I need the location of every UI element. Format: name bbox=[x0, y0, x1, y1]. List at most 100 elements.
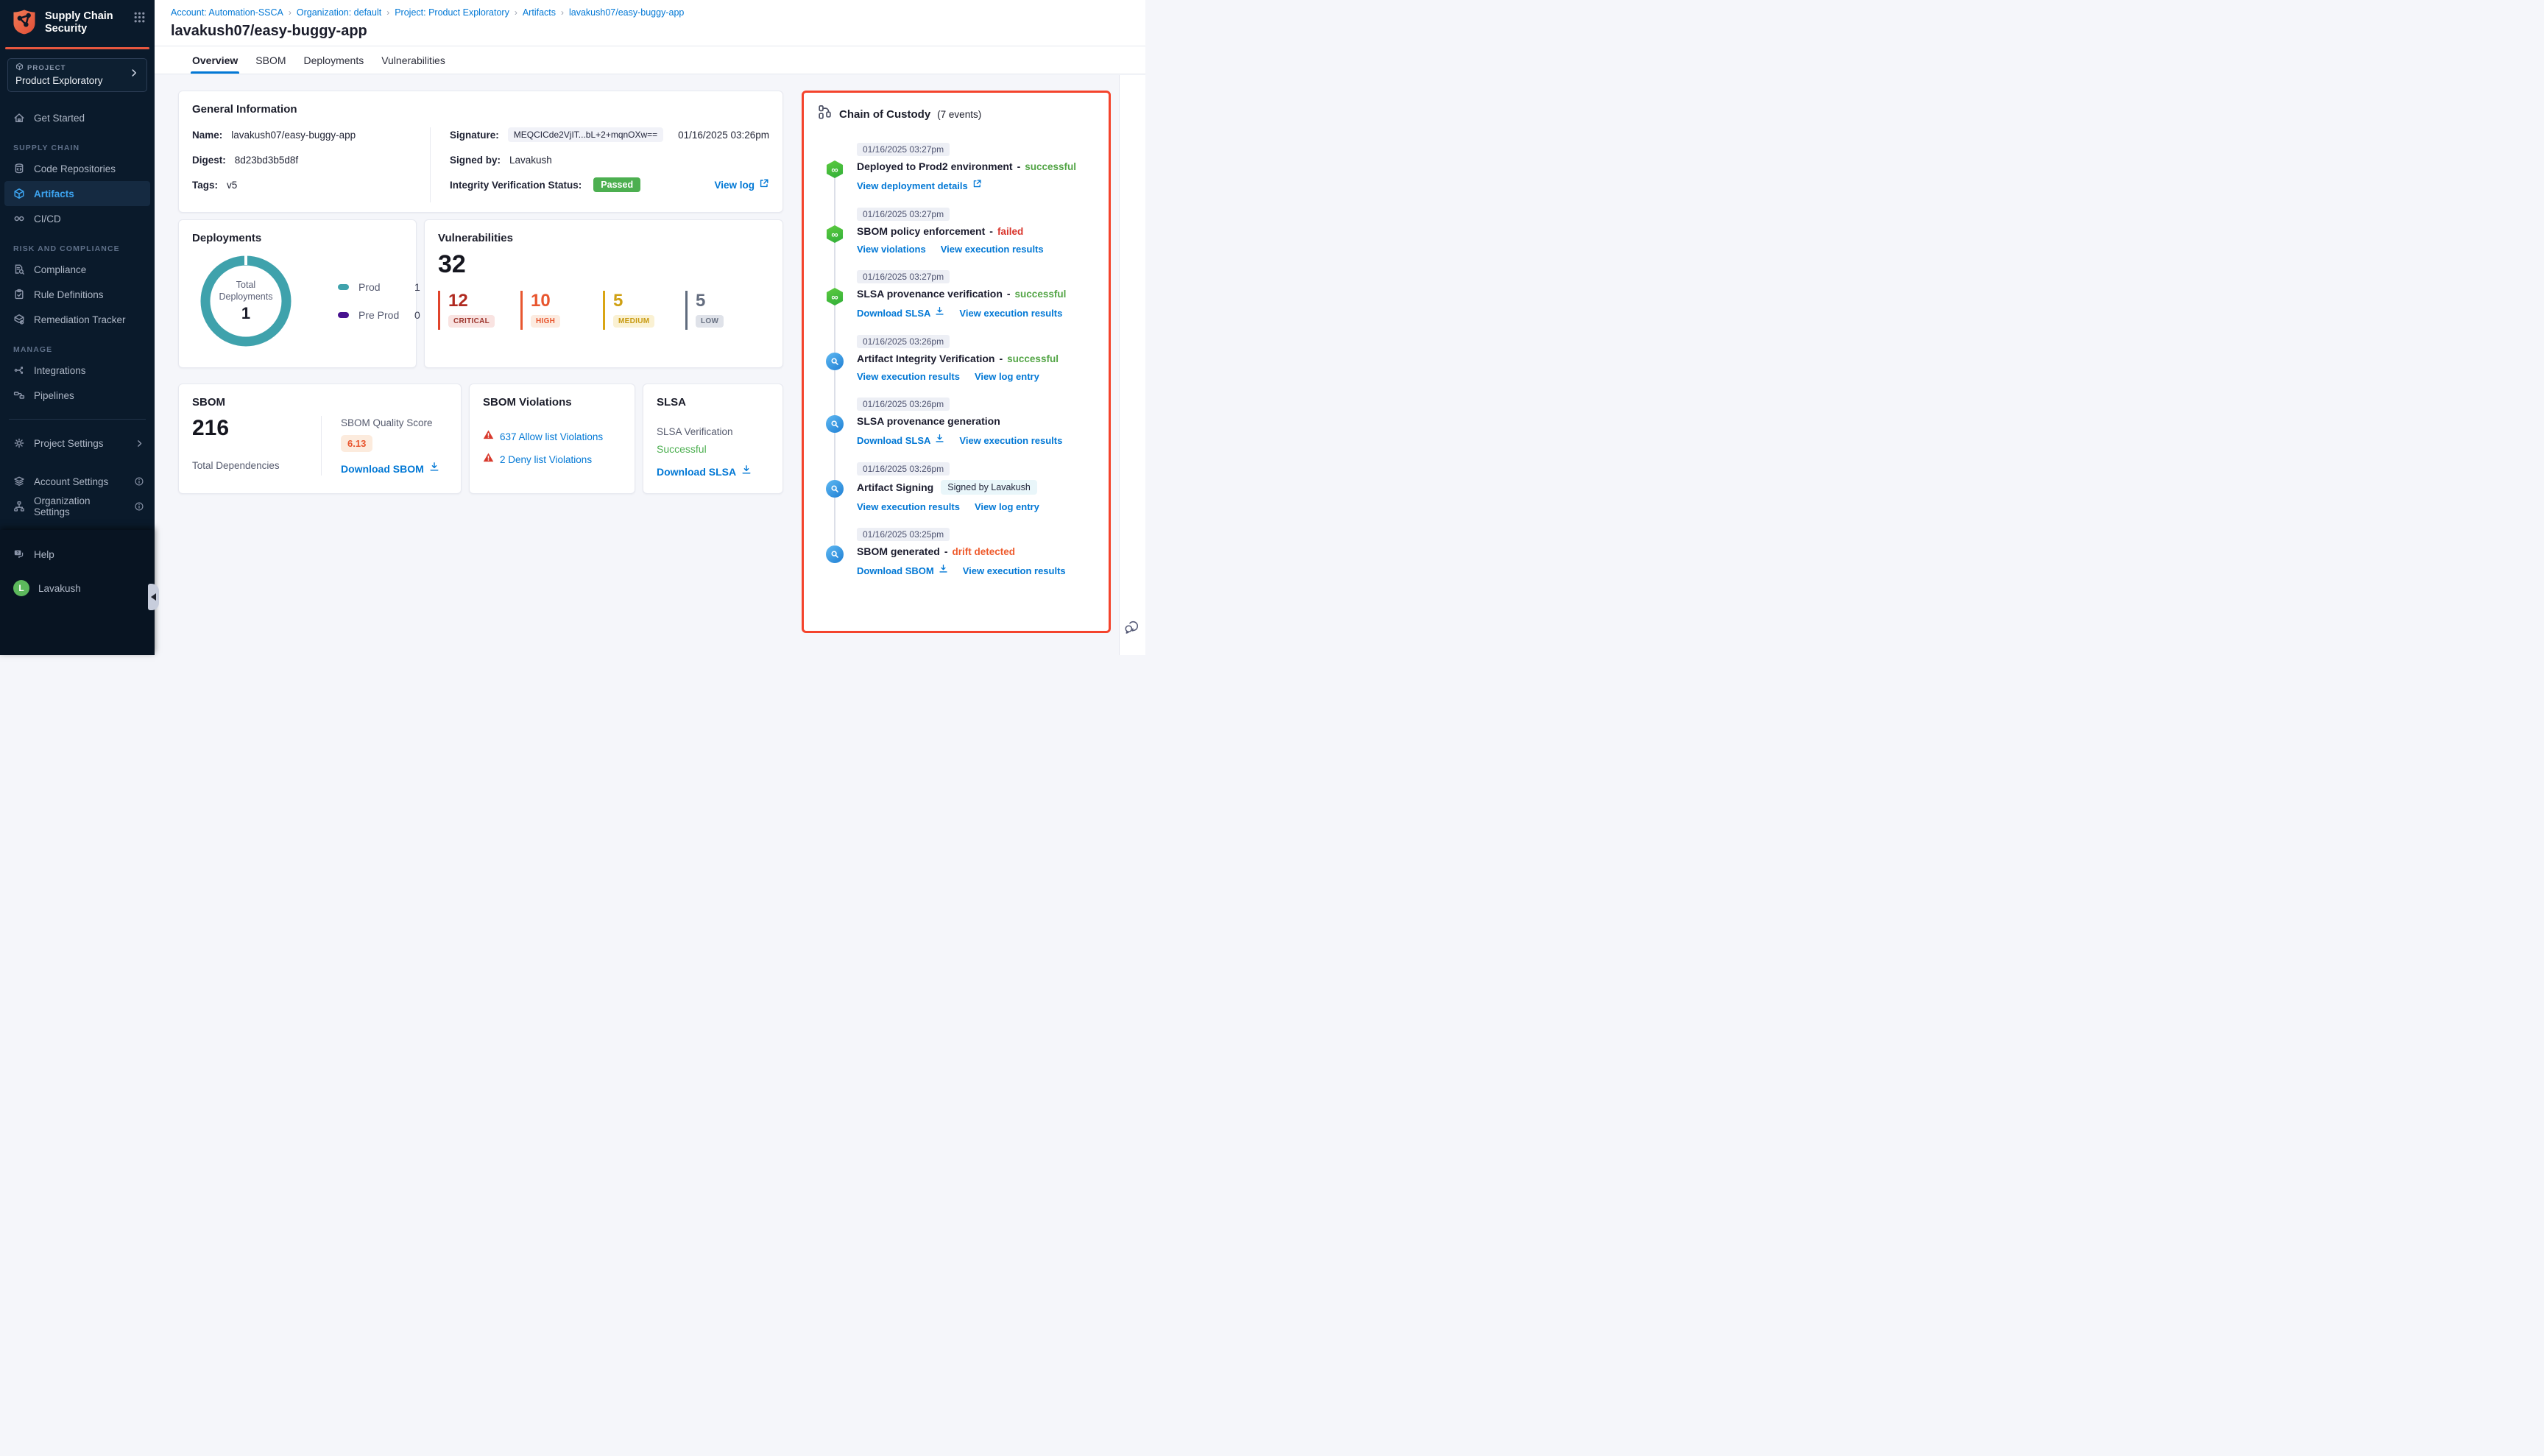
breadcrumb-account[interactable]: Account: Automation-SSCA bbox=[171, 7, 283, 18]
event-timestamp: 01/16/2025 03:27pm bbox=[857, 208, 950, 221]
event-title: SBOM generated bbox=[857, 545, 940, 557]
sidebar-item-label: Account Settings bbox=[34, 476, 108, 487]
view-execution-results-link[interactable]: View execution results bbox=[963, 565, 1066, 576]
avatar: L bbox=[13, 580, 29, 596]
allow-list-violations-link[interactable]: 637 Allow list Violations bbox=[500, 431, 603, 442]
home-icon bbox=[13, 112, 25, 124]
scan-circle-icon bbox=[826, 353, 844, 370]
sidebar-collapse-handle[interactable] bbox=[148, 584, 159, 610]
event-timestamp: 01/16/2025 03:25pm bbox=[857, 528, 950, 541]
app-grid-icon[interactable] bbox=[133, 11, 146, 27]
pipeline-hexagon-icon: ∞ bbox=[826, 160, 844, 178]
sidebar-item-cicd[interactable]: CI/CD bbox=[0, 206, 155, 231]
sidebar-item-compliance[interactable]: Compliance bbox=[0, 257, 155, 282]
download-slsa-link[interactable]: Download SLSA bbox=[857, 308, 930, 319]
view-execution-results-link[interactable]: View execution results bbox=[959, 435, 1062, 446]
user-menu[interactable]: L Lavakush bbox=[0, 576, 155, 601]
view-log-entry-link[interactable]: View log entry bbox=[975, 371, 1039, 382]
event-status: successful bbox=[1015, 289, 1067, 300]
sidebar-item-pipelines[interactable]: Pipelines bbox=[0, 383, 155, 408]
view-violations-link[interactable]: View violations bbox=[857, 244, 926, 255]
legend-item-prod: Prod 1 bbox=[338, 281, 420, 293]
events-timeline: ∞ 01/16/2025 03:27pm Deployed to Prod2 e… bbox=[826, 143, 1095, 577]
signed-by-label: Signed by: bbox=[450, 155, 501, 166]
card-title: Deployments bbox=[192, 232, 403, 244]
deny-list-violations-row: 2 Deny list Violations bbox=[483, 452, 621, 467]
dash: - bbox=[989, 225, 993, 237]
sidebar-item-project-settings[interactable]: Project Settings bbox=[0, 431, 155, 456]
project-selector[interactable]: PROJECT Product Exploratory bbox=[7, 58, 147, 92]
sidebar-item-label: Integrations bbox=[34, 365, 86, 376]
signature-date: 01/16/2025 03:26pm bbox=[678, 130, 769, 141]
download-sbom-link[interactable]: Download SBOM bbox=[341, 463, 424, 475]
severity-medium: 5 MEDIUM bbox=[603, 291, 675, 330]
breadcrumb-organization[interactable]: Organization: default bbox=[297, 7, 381, 18]
deployments-legend: Prod 1 Pre Prod 0 bbox=[338, 281, 420, 321]
severity-count: 5 bbox=[696, 291, 757, 310]
main-area: Account: Automation-SSCA › Organization:… bbox=[155, 0, 1145, 655]
section-label-manage: MANAGE bbox=[13, 345, 155, 354]
sidebar-item-remediation-tracker[interactable]: Remediation Tracker bbox=[0, 307, 155, 332]
donut-center-label: Total Deployments bbox=[214, 279, 278, 303]
code-repository-icon bbox=[13, 163, 25, 174]
sidebar-item-artifacts[interactable]: Artifacts bbox=[4, 181, 150, 206]
chat-support-icon[interactable] bbox=[1123, 618, 1140, 639]
sidebar-item-get-started[interactable]: Get Started bbox=[0, 105, 155, 130]
warning-triangle-icon bbox=[483, 429, 494, 444]
severity-count: 10 bbox=[531, 291, 593, 310]
timeline-event: ∞ 01/16/2025 03:27pm SBOM policy enforce… bbox=[826, 208, 1095, 255]
event-status: successful bbox=[1025, 161, 1076, 172]
sbom-total: 216 bbox=[192, 416, 321, 441]
pipelines-icon bbox=[13, 389, 25, 401]
card-title: Vulnerabilities bbox=[438, 232, 769, 244]
download-slsa-link[interactable]: Download SLSA bbox=[857, 435, 930, 446]
tags-value: v5 bbox=[227, 180, 237, 191]
sidebar-item-organization-settings[interactable]: Organization Settings bbox=[0, 494, 155, 519]
project-label: PROJECT bbox=[27, 64, 66, 72]
event-status: successful bbox=[1007, 353, 1059, 364]
download-slsa-link[interactable]: Download SLSA bbox=[657, 466, 736, 478]
tags-label: Tags: bbox=[192, 180, 218, 191]
tab-deployments[interactable]: Deployments bbox=[304, 46, 364, 74]
breadcrumb-current[interactable]: lavakush07/easy-buggy-app bbox=[569, 7, 684, 18]
shield-logo-icon bbox=[10, 8, 38, 40]
section-label-risk-compliance: RISK AND COMPLIANCE bbox=[13, 244, 155, 253]
breadcrumb-project[interactable]: Project: Product Exploratory bbox=[395, 7, 509, 18]
view-deployment-details-link[interactable]: View deployment details bbox=[857, 180, 968, 191]
sidebar-item-label: CI/CD bbox=[34, 213, 61, 225]
chevron-right-icon bbox=[129, 68, 139, 82]
tab-sbom[interactable]: SBOM bbox=[255, 46, 286, 74]
event-timestamp: 01/16/2025 03:26pm bbox=[857, 462, 950, 476]
view-execution-results-link[interactable]: View execution results bbox=[941, 244, 1044, 255]
timeline-event: ∞ 01/16/2025 03:27pm SLSA provenance ver… bbox=[826, 270, 1095, 319]
prod-swatch bbox=[338, 284, 349, 290]
view-execution-results-link[interactable]: View execution results bbox=[857, 371, 960, 382]
view-execution-results-link[interactable]: View execution results bbox=[857, 501, 960, 512]
pipeline-hexagon-icon: ∞ bbox=[826, 225, 844, 243]
event-timestamp: 01/16/2025 03:26pm bbox=[857, 397, 950, 411]
app-window: Supply Chain Security PROJECT Product Ex… bbox=[0, 0, 1145, 655]
sidebar-item-rule-definitions[interactable]: Rule Definitions bbox=[0, 282, 155, 307]
event-status: failed bbox=[997, 226, 1023, 237]
timeline-event: 01/16/2025 03:25pm SBOM generated - drif… bbox=[826, 528, 1095, 577]
tab-vulnerabilities[interactable]: Vulnerabilities bbox=[381, 46, 445, 74]
sidebar-item-help[interactable]: ? Help bbox=[0, 542, 155, 567]
chain-of-custody-panel: Chain of Custody (7 events) ∞ 01/16/2025… bbox=[802, 91, 1111, 633]
deny-list-violations-link[interactable]: 2 Deny list Violations bbox=[500, 454, 592, 465]
sidebar-item-label: Compliance bbox=[34, 264, 86, 275]
view-log-link[interactable]: View log bbox=[714, 180, 755, 191]
slsa-status: Successful bbox=[657, 443, 769, 455]
digest-value: 8d23bd3b5d8f bbox=[235, 155, 298, 166]
events-count: (7 events) bbox=[937, 109, 981, 120]
sidebar-item-code-repositories[interactable]: Code Repositories bbox=[0, 156, 155, 181]
vulnerabilities-total: 32 bbox=[438, 250, 769, 279]
view-log-entry-link[interactable]: View log entry bbox=[975, 501, 1039, 512]
card-title: SLSA bbox=[657, 396, 769, 409]
sidebar-item-account-settings[interactable]: Account Settings bbox=[0, 469, 155, 494]
event-status: drift detected bbox=[952, 546, 1015, 557]
breadcrumb-artifacts[interactable]: Artifacts bbox=[523, 7, 556, 18]
download-sbom-link[interactable]: Download SBOM bbox=[857, 565, 934, 576]
view-execution-results-link[interactable]: View execution results bbox=[959, 308, 1062, 319]
sidebar-item-integrations[interactable]: Integrations bbox=[0, 358, 155, 383]
tab-overview[interactable]: Overview bbox=[192, 46, 238, 74]
